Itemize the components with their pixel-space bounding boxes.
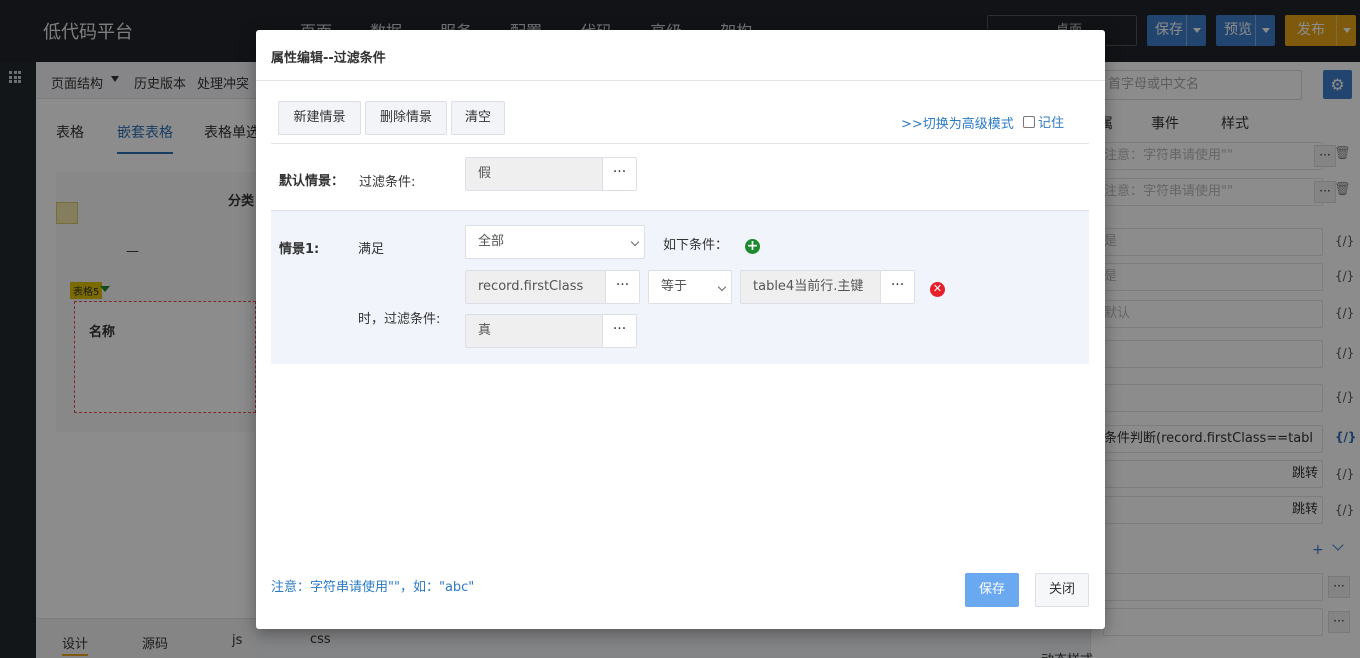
condition-operator-select[interactable]: 等于 [648, 270, 732, 304]
scene-filter-edit-button[interactable]: ··· [602, 315, 636, 347]
condition-field-edit-button[interactable]: ··· [605, 271, 639, 303]
new-scene-button[interactable]: 新建情景 [278, 101, 361, 135]
condition-value-edit-button[interactable]: ··· [880, 271, 914, 303]
default-filter-label: 过滤条件: [359, 175, 416, 190]
match-mode-select[interactable]: 全部 [465, 225, 645, 259]
checkbox-box[interactable] [1023, 115, 1035, 128]
scene-filter-value: 真 [478, 323, 492, 338]
default-filter-edit-button[interactable]: ··· [602, 158, 636, 190]
condition-value-text: table4当前行.主键 [753, 279, 864, 294]
scene-1-panel: 情景1: 满足 全部 如下条件： + record.firstClass ···… [271, 211, 1089, 364]
condition-field-value: record.firstClass [478, 279, 584, 294]
scene-filter-input[interactable]: 真 ··· [465, 314, 637, 348]
dialog-header: 属性编辑--过滤条件 [256, 30, 1105, 81]
delete-scene-button[interactable]: 删除情景 [365, 101, 447, 135]
default-scene-label: 默认情景： [279, 174, 345, 189]
dialog-save-button[interactable]: 保存 [965, 573, 1019, 607]
match-mode-value: 全部 [478, 234, 505, 249]
add-condition-icon[interactable]: + [745, 239, 760, 254]
chevron-down-icon [717, 282, 727, 292]
divider [271, 143, 1089, 144]
conditions-label: 如下条件： [663, 238, 729, 253]
condition-field-input[interactable]: record.firstClass ··· [465, 270, 640, 304]
switch-advanced-mode-link[interactable]: >>切换为高级模式 [901, 113, 1014, 132]
remember-checkbox[interactable]: 记住 [1023, 112, 1064, 131]
delete-condition-icon[interactable]: ✕ [930, 282, 945, 297]
remember-label: 记住 [1038, 116, 1065, 131]
dialog-title: 属性编辑--过滤条件 [271, 51, 386, 66]
condition-operator-value: 等于 [661, 279, 688, 294]
default-filter-value: 假 [478, 166, 492, 181]
condition-value-input[interactable]: table4当前行.主键 ··· [740, 270, 915, 304]
satisfy-label: 满足 [358, 242, 385, 257]
filter-condition-dialog: 属性编辑--过滤条件 新建情景 删除情景 清空 >>切换为高级模式 记住 默认情… [256, 30, 1105, 629]
default-filter-input[interactable]: 假 ··· [465, 157, 637, 191]
clear-button[interactable]: 清空 [451, 101, 505, 135]
chevron-down-icon [630, 237, 640, 247]
when-filter-label: 时，过滤条件: [358, 312, 441, 327]
scene-1-label: 情景1: [279, 242, 320, 257]
string-usage-note: 注意：字符串请使用""，如："abc" [271, 580, 475, 595]
dialog-close-button[interactable]: 关闭 [1035, 573, 1089, 607]
